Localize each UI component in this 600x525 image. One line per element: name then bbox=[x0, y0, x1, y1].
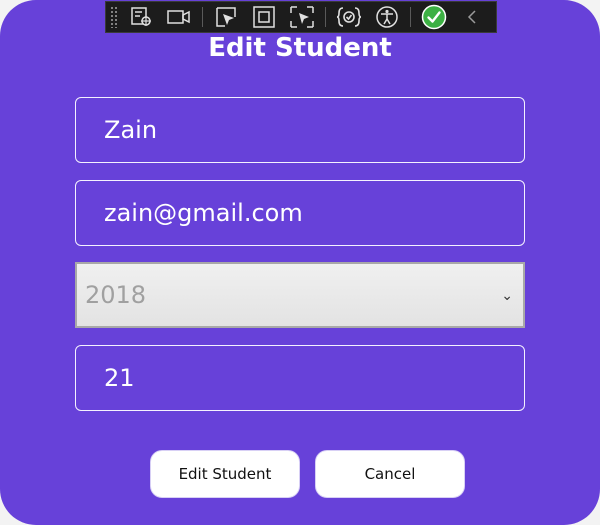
toolbar-separator bbox=[202, 7, 203, 27]
name-field[interactable] bbox=[75, 97, 525, 163]
toolbar-separator bbox=[325, 7, 326, 27]
collapse-chevron-icon[interactable] bbox=[457, 3, 487, 31]
email-field[interactable] bbox=[75, 180, 525, 246]
toolbar-separator bbox=[410, 7, 411, 27]
app-window: Edit Student 2018 ⌄ Edit Student Cancel bbox=[0, 0, 600, 525]
chevron-down-icon: ⌄ bbox=[501, 288, 513, 304]
year-select[interactable]: 2018 ⌄ bbox=[75, 262, 525, 328]
hot-reload-status-icon[interactable] bbox=[419, 3, 449, 31]
cancel-button[interactable]: Cancel bbox=[315, 450, 465, 498]
edit-student-button[interactable]: Edit Student bbox=[150, 450, 300, 498]
accessibility-checker-icon[interactable] bbox=[372, 3, 402, 31]
page-title: Edit Student bbox=[208, 33, 392, 63]
video-icon[interactable] bbox=[164, 3, 194, 31]
select-element-icon[interactable] bbox=[211, 3, 241, 31]
toolbar-grip-handle[interactable] bbox=[110, 6, 118, 28]
debug-toolbar bbox=[105, 1, 497, 33]
live-visual-tree-icon[interactable] bbox=[126, 3, 156, 31]
age-field[interactable] bbox=[75, 345, 525, 411]
binding-failures-icon[interactable] bbox=[334, 3, 364, 31]
display-layout-adorners-icon[interactable] bbox=[249, 3, 279, 31]
year-select-value: 2018 bbox=[85, 281, 147, 309]
track-focus-icon[interactable] bbox=[287, 3, 317, 31]
